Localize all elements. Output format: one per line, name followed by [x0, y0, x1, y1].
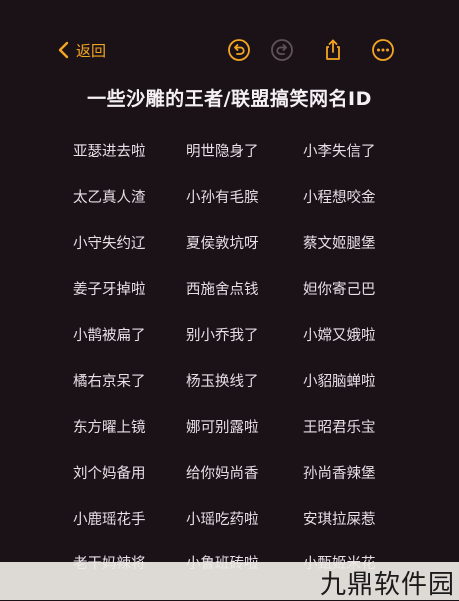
- list-item: 给你妈尚香: [186, 466, 259, 482]
- redo-icon[interactable]: [270, 38, 294, 62]
- list-item: 小孙有毛膑: [186, 190, 259, 206]
- list-item: 太乙真人渣: [73, 190, 146, 206]
- list-item: 孙尚香辣堡: [303, 466, 376, 482]
- back-button[interactable]: 返回: [56, 36, 106, 64]
- list-item: 刘个妈备用: [73, 466, 146, 482]
- list-row: 姜子牙掉啦 西施舍点钱 妲你寄己巴: [0, 278, 459, 308]
- chevron-left-icon: [58, 41, 69, 59]
- list-row: 小守失约辽 夏侯敦坑呀 蔡文姬腿堡: [0, 232, 459, 262]
- list-item: 小守失约辽: [73, 236, 146, 252]
- page-title: 一些沙雕的王者/联盟搞笑网名ID: [87, 88, 372, 110]
- list-item: 东方曜上镜: [73, 420, 146, 436]
- list-item: 安琪拉屎惹: [303, 512, 376, 528]
- list-item: 橘右京呆了: [73, 374, 146, 390]
- list-item: 夏侯敦坑呀: [186, 236, 259, 252]
- share-icon[interactable]: [321, 38, 345, 62]
- list-row: 东方曜上镜 娜可别露啦 王昭君乐宝: [0, 416, 459, 446]
- watermark: 九鼎软件园: [319, 570, 455, 600]
- list-row: 刘个妈备用 给你妈尚香 孙尚香辣堡: [0, 462, 459, 492]
- list-item: 姜子牙掉啦: [73, 282, 146, 298]
- list-item: 亚瑟进去啦: [73, 144, 146, 160]
- list-item: 杨玉换线了: [186, 374, 259, 390]
- list-row: 亚瑟进去啦 明世隐身了 小李失信了: [0, 140, 459, 170]
- more-icon[interactable]: [371, 38, 395, 62]
- list-row: 太乙真人渣 小孙有毛膑 小程想咬金: [0, 186, 459, 216]
- list-row: 小鹿瑶花手 小瑶吃药啦 安琪拉屎惹: [0, 508, 459, 538]
- list-item: 明世隐身了: [186, 144, 259, 160]
- list-row: 小鹊被扁了 别小乔我了 小嫦又娥啦: [0, 324, 459, 354]
- list-item: 小鹿瑶花手: [73, 512, 146, 528]
- list-item: 王昭君乐宝: [303, 420, 376, 436]
- list-item: 别小乔我了: [186, 328, 259, 344]
- toolbar: 返回: [0, 0, 459, 80]
- undo-icon[interactable]: [227, 38, 251, 62]
- list-item: 小鹊被扁了: [73, 328, 146, 344]
- list-item: 娜可别露啦: [186, 420, 259, 436]
- list-item: 小李失信了: [303, 144, 376, 160]
- list-item: 小嫦又娥啦: [303, 328, 376, 344]
- watermark-bar: 九鼎软件园: [0, 562, 459, 600]
- list-item: 蔡文姬腿堡: [303, 236, 376, 252]
- list-item: 小程想咬金: [303, 190, 376, 206]
- back-label: 返回: [76, 41, 107, 60]
- list-item: 小貂脑蝉啦: [303, 374, 376, 390]
- list-item: 小瑶吃药啦: [186, 512, 259, 528]
- list-item: 妲你寄己巴: [303, 282, 376, 298]
- list-item: 西施舍点钱: [186, 282, 259, 298]
- list-row: 橘右京呆了 杨玉换线了 小貂脑蝉啦: [0, 370, 459, 400]
